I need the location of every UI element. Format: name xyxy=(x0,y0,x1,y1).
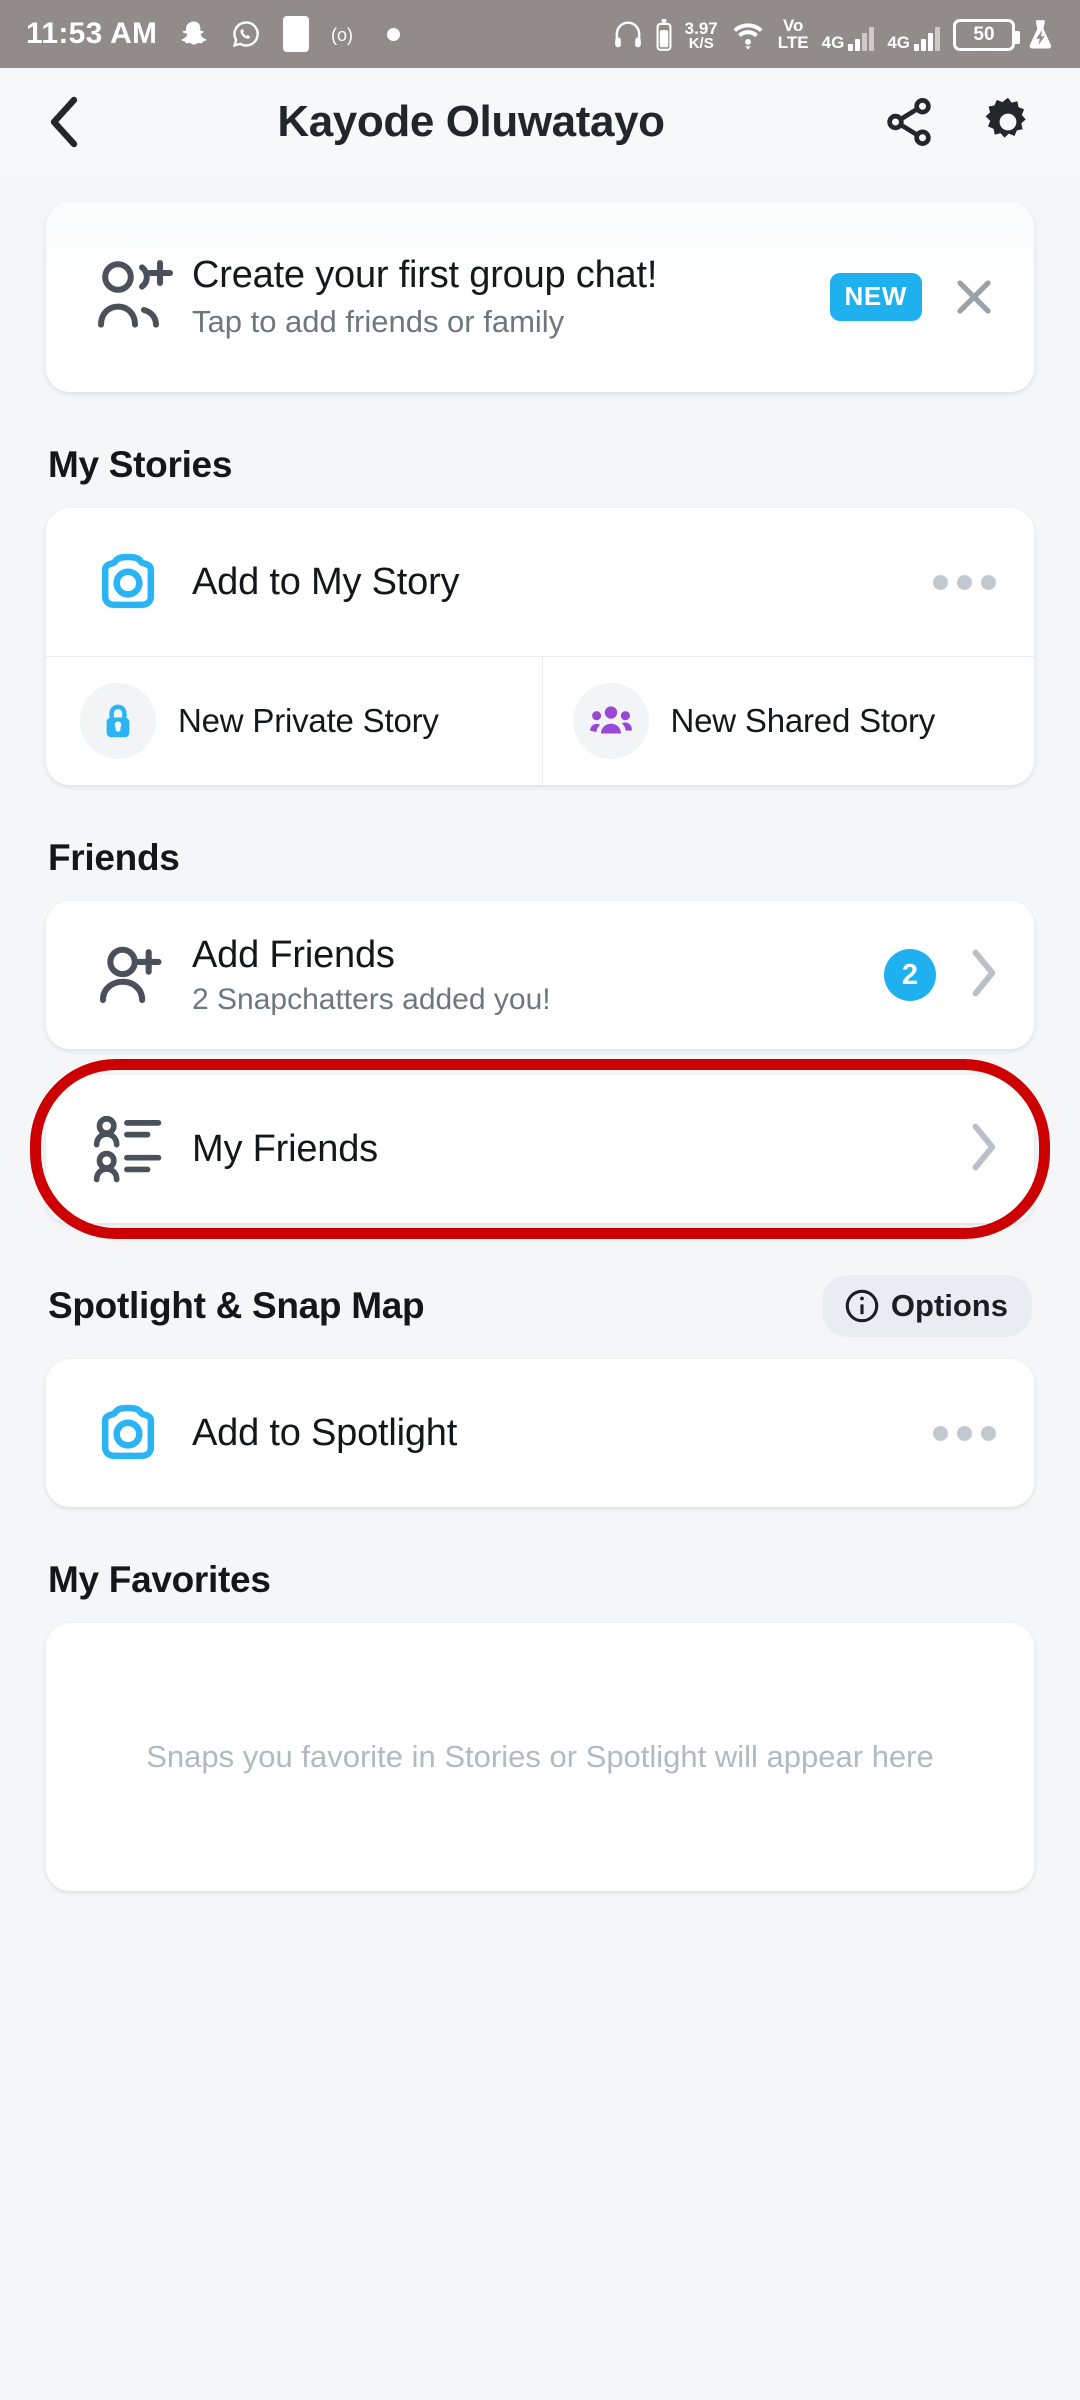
friends-list-icon xyxy=(80,1114,176,1184)
ellipsis-icon[interactable] xyxy=(933,574,1000,590)
add-friends-row[interactable]: Add Friends 2 Snapchatters added you! 2 xyxy=(46,901,1034,1049)
banner-text: Create your first group chat! Tap to add… xyxy=(184,253,830,341)
add-friends-subtitle: 2 Snapchatters added you! xyxy=(192,982,551,1016)
wifi-icon xyxy=(731,19,765,51)
favorites-empty-text: Snaps you favorite in Stories or Spotlig… xyxy=(146,1738,934,1774)
my-friends-body: My Friends xyxy=(176,1128,954,1171)
ellipsis-icon[interactable] xyxy=(933,1425,1000,1441)
group-chat-banner[interactable]: Create your first group chat! Tap to add… xyxy=(46,202,1034,392)
device-battery-icon xyxy=(656,19,672,51)
status-bar-clock: 11:53 AM xyxy=(26,17,158,50)
status-bar: 11:53 AM (o) 3.97 K/S Vo LTE 4G 4G 50 xyxy=(0,0,1080,68)
my-friends-card[interactable]: My Friends xyxy=(46,1075,1034,1223)
recording-icon: (o) xyxy=(331,22,365,46)
chevron-right-icon[interactable] xyxy=(966,947,1000,1004)
my-friends-label: My Friends xyxy=(192,1127,378,1170)
friends-title: Friends xyxy=(48,837,180,878)
dot-icon xyxy=(387,27,401,41)
lock-icon xyxy=(80,683,156,759)
info-icon xyxy=(844,1288,880,1324)
page-title: Kayode Oluwatayo xyxy=(277,97,665,146)
sim2-network-label: 4G xyxy=(887,33,910,52)
new-shared-story-button[interactable]: New Shared Story xyxy=(541,657,1035,785)
spotlight-title: Spotlight & Snap Map xyxy=(48,1285,425,1326)
my-stories-title: My Stories xyxy=(48,444,233,485)
favorites-section-header: My Favorites xyxy=(48,1559,1032,1601)
add-to-spotlight-label: Add to Spotlight xyxy=(192,1411,458,1454)
app-header: Kayode Oluwatayo xyxy=(0,68,1080,176)
options-label: Options xyxy=(890,1288,1008,1323)
add-friends-label: Add Friends xyxy=(192,933,395,976)
spotlight-section-header: Spotlight & Snap Map Options xyxy=(48,1275,1032,1337)
add-person-icon xyxy=(80,938,176,1012)
sim1-network-label: 4G xyxy=(821,33,845,52)
battery-icon: 50 xyxy=(953,19,1020,51)
favorites-empty-card: Snaps you favorite in Stories or Spotlig… xyxy=(46,1623,1034,1891)
add-to-my-story-row[interactable]: Add to My Story xyxy=(46,508,1034,656)
banner-title: Create your first group chat! xyxy=(192,253,658,296)
new-private-story-label: New Private Story xyxy=(178,702,439,739)
charging-flask-icon xyxy=(1028,19,1054,51)
share-icon[interactable] xyxy=(882,95,936,149)
my-friends-row[interactable]: My Friends xyxy=(46,1075,1034,1223)
sim2-signal-icon: 4G xyxy=(887,25,940,51)
new-private-story-button[interactable]: New Private Story xyxy=(46,657,542,785)
my-stories-section-header: My Stories xyxy=(48,444,1032,486)
status-bar-right: 3.97 K/S Vo LTE 4G 4G 50 xyxy=(613,17,1054,51)
add-to-my-story-body: Add to My Story xyxy=(176,561,921,604)
group-people-icon xyxy=(572,683,649,759)
options-button[interactable]: Options xyxy=(821,1275,1032,1337)
camera-icon xyxy=(80,545,176,619)
svg-text:(o): (o) xyxy=(331,25,353,45)
story-type-row: New Private Story New Shared Story xyxy=(46,657,1034,785)
status-bar-left: 11:53 AM (o) xyxy=(26,16,401,52)
banner-subtitle: Tap to add friends or family xyxy=(192,303,565,339)
add-to-spotlight-body: Add to Spotlight xyxy=(176,1412,921,1455)
sim1-signal-icon: 4G xyxy=(822,25,875,51)
whatsapp-icon xyxy=(231,19,261,49)
snapchat-icon xyxy=(179,19,209,49)
gear-icon[interactable] xyxy=(980,94,1036,150)
add-to-my-story-label: Add to My Story xyxy=(192,560,460,603)
add-friends-body: Add Friends 2 Snapchatters added you! xyxy=(176,934,872,1017)
add-to-spotlight-card[interactable]: Add to Spotlight xyxy=(46,1359,1034,1507)
chevron-right-icon[interactable] xyxy=(966,1121,1000,1178)
add-friends-card[interactable]: Add Friends 2 Snapchatters added you! 2 xyxy=(46,901,1034,1049)
volte-indicator: Vo LTE xyxy=(777,16,809,52)
add-friends-count-badge: 2 xyxy=(884,949,936,1001)
close-icon[interactable] xyxy=(950,273,998,321)
network-speed-indicator: 3.97 K/S xyxy=(684,18,718,52)
page-content: Create your first group chat! Tap to add… xyxy=(0,202,1080,1891)
app-square-icon xyxy=(283,16,310,52)
battery-percent-label: 50 xyxy=(973,24,995,45)
my-friends-highlight-wrapper: My Friends xyxy=(30,1059,1050,1239)
new-shared-story-label: New Shared Story xyxy=(670,702,936,739)
friends-section-header: Friends xyxy=(48,837,1032,879)
my-stories-card: Add to My Story New Private Story New Sh… xyxy=(46,508,1034,785)
new-badge: NEW xyxy=(829,273,922,321)
add-to-spotlight-row[interactable]: Add to Spotlight xyxy=(46,1359,1034,1507)
group-add-icon xyxy=(80,257,184,337)
headphones-icon xyxy=(613,19,643,51)
favorites-title: My Favorites xyxy=(48,1559,271,1600)
camera-icon xyxy=(80,1396,176,1470)
